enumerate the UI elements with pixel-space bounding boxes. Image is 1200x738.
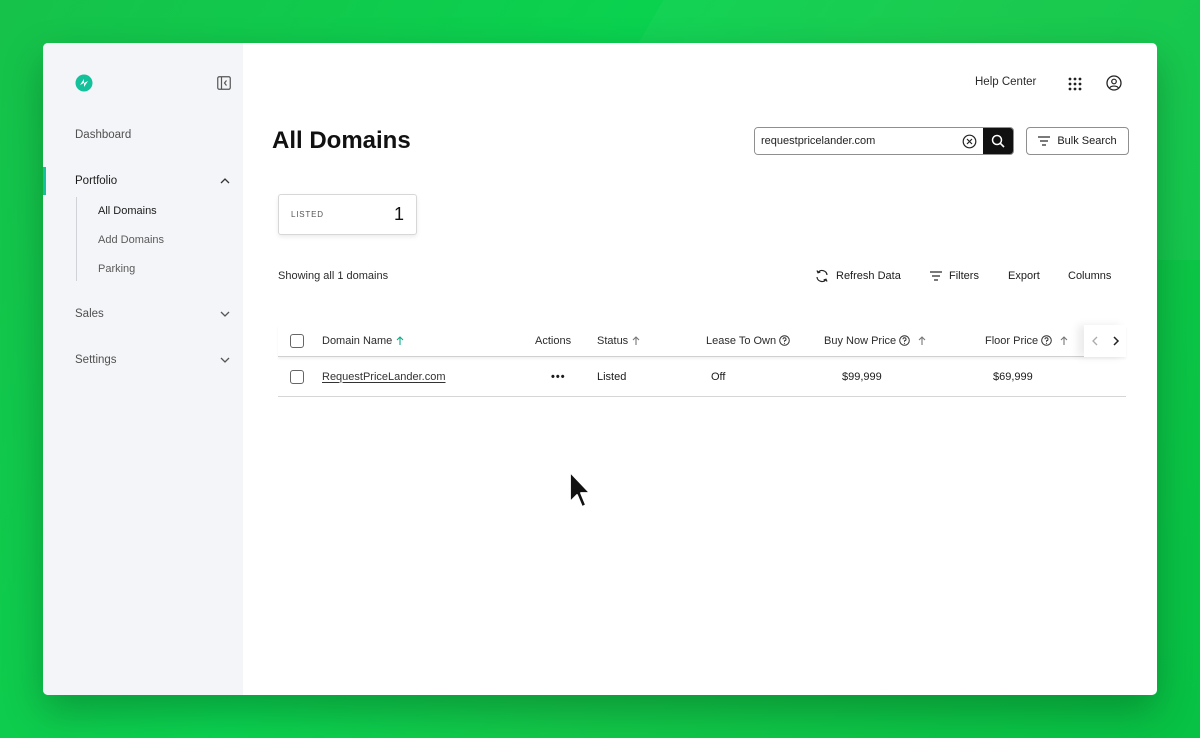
sidebar-item-all-domains[interactable]: All Domains	[98, 205, 157, 217]
brand-logo-icon[interactable]	[75, 74, 93, 92]
app-window: Dashboard Portfolio All Domains Add Doma…	[43, 43, 1157, 695]
header-domain-label: Domain Name	[322, 334, 393, 347]
header-lease-to-own[interactable]: Lease To Own	[706, 325, 790, 356]
columns-label: Columns	[1068, 270, 1112, 282]
header-buy-now-label: Buy Now Price	[824, 334, 897, 347]
results-summary: Showing all 1 domains	[278, 270, 389, 282]
apps-grid-icon[interactable]	[1068, 77, 1082, 91]
chevron-down-icon[interactable]	[219, 308, 231, 320]
help-circle-icon[interactable]	[1041, 335, 1052, 346]
sort-up-icon[interactable]	[395, 335, 405, 346]
sort-up-icon[interactable]	[1059, 335, 1069, 346]
columns-button[interactable]: Columns	[1068, 268, 1118, 284]
listed-label: LISTED	[291, 210, 324, 219]
header-buy-now-price[interactable]: Buy Now Price	[824, 325, 927, 356]
export-label: Export	[1008, 270, 1040, 282]
floor-price-cell: $69,999	[993, 370, 1033, 383]
chevron-up-icon[interactable]	[219, 175, 231, 187]
chevron-left-icon[interactable]	[1090, 335, 1100, 347]
select-all-checkbox[interactable]	[290, 333, 304, 348]
nav-dashboard-label: Dashboard	[75, 129, 132, 141]
row-checkbox[interactable]	[290, 369, 304, 384]
header-status-label: Status	[597, 334, 629, 347]
nav-sales[interactable]: Sales	[75, 308, 231, 320]
nav-settings-label: Settings	[75, 354, 117, 366]
collapse-sidebar-icon[interactable]	[217, 76, 231, 90]
header-actions: Actions	[535, 325, 571, 356]
search-button[interactable]	[983, 128, 1013, 154]
sidebar-item-parking[interactable]: Parking	[98, 263, 135, 275]
help-center-link[interactable]: Help Center	[975, 76, 1036, 88]
sort-up-icon[interactable]	[917, 335, 927, 346]
domains-table: Domain Name Actions Status Lease To Own	[278, 325, 1126, 397]
column-scroll-arrows	[1084, 325, 1126, 357]
sidebar: Dashboard Portfolio All Domains Add Doma…	[43, 43, 243, 695]
filters-label: Filters	[949, 270, 979, 282]
header-actions-label: Actions	[535, 334, 572, 347]
domain-cell: RequestPriceLander.com	[322, 357, 446, 396]
search-input[interactable]	[755, 128, 955, 154]
bulk-search-button[interactable]: Bulk Search	[1026, 127, 1129, 155]
header-domain-name[interactable]: Domain Name	[322, 325, 405, 356]
domain-link[interactable]: RequestPriceLander.com	[322, 371, 446, 383]
account-icon[interactable]	[1106, 75, 1122, 91]
chevron-right-icon[interactable]	[1111, 335, 1121, 347]
nav-dashboard[interactable]: Dashboard	[75, 129, 231, 141]
header-floor-price[interactable]: Floor Price	[985, 325, 1069, 356]
main-content: Help Center All Domains requestpriceland…	[243, 43, 1157, 695]
help-circle-icon[interactable]	[779, 335, 790, 346]
submenu-guide-line	[76, 197, 77, 281]
bulk-search-label: Bulk Search	[1057, 135, 1117, 147]
mouse-cursor-icon	[569, 471, 591, 508]
listed-count: 1	[393, 204, 404, 224]
sort-up-icon[interactable]	[631, 335, 641, 346]
sidebar-item-add-domains[interactable]: Add Domains	[98, 234, 164, 246]
chevron-down-icon[interactable]	[219, 354, 231, 366]
refresh-data-label: Refresh Data	[836, 270, 901, 282]
row-select-cell	[290, 357, 304, 396]
help-circle-icon[interactable]	[899, 335, 910, 346]
listed-stat-card[interactable]: LISTED 1	[278, 194, 417, 235]
nav-sales-label: Sales	[75, 308, 104, 320]
row-actions-menu[interactable]: •••	[551, 357, 566, 396]
search-icon	[991, 134, 1005, 148]
header-lease-label: Lease To Own	[706, 334, 777, 347]
filter-lines-icon	[1038, 136, 1051, 146]
buy-now-price-cell: $99,999	[842, 370, 882, 383]
nav-portfolio[interactable]: Portfolio	[75, 175, 231, 187]
select-all-cell	[290, 325, 304, 356]
filter-icon	[930, 271, 942, 281]
table-row[interactable]: RequestPriceLander.com ••• Listed Off $9…	[278, 357, 1126, 397]
nav-portfolio-label: Portfolio	[75, 175, 118, 187]
header-status[interactable]: Status	[597, 325, 641, 356]
header-floor-label: Floor Price	[985, 334, 1039, 347]
active-nav-indicator	[43, 167, 46, 195]
refresh-icon	[816, 269, 828, 283]
lease-cell: Off	[711, 370, 726, 383]
filters-button[interactable]: Filters	[930, 268, 990, 284]
status-cell: Listed	[597, 370, 627, 383]
nav-settings[interactable]: Settings	[75, 354, 231, 366]
search-box	[754, 127, 1014, 155]
clear-search-icon[interactable]	[955, 128, 983, 154]
page-title: All Domains	[272, 127, 411, 154]
export-button[interactable]: Export	[1008, 268, 1048, 284]
refresh-data-button[interactable]: Refresh Data	[815, 268, 915, 284]
table-header-row: Domain Name Actions Status Lease To Own	[278, 325, 1126, 357]
